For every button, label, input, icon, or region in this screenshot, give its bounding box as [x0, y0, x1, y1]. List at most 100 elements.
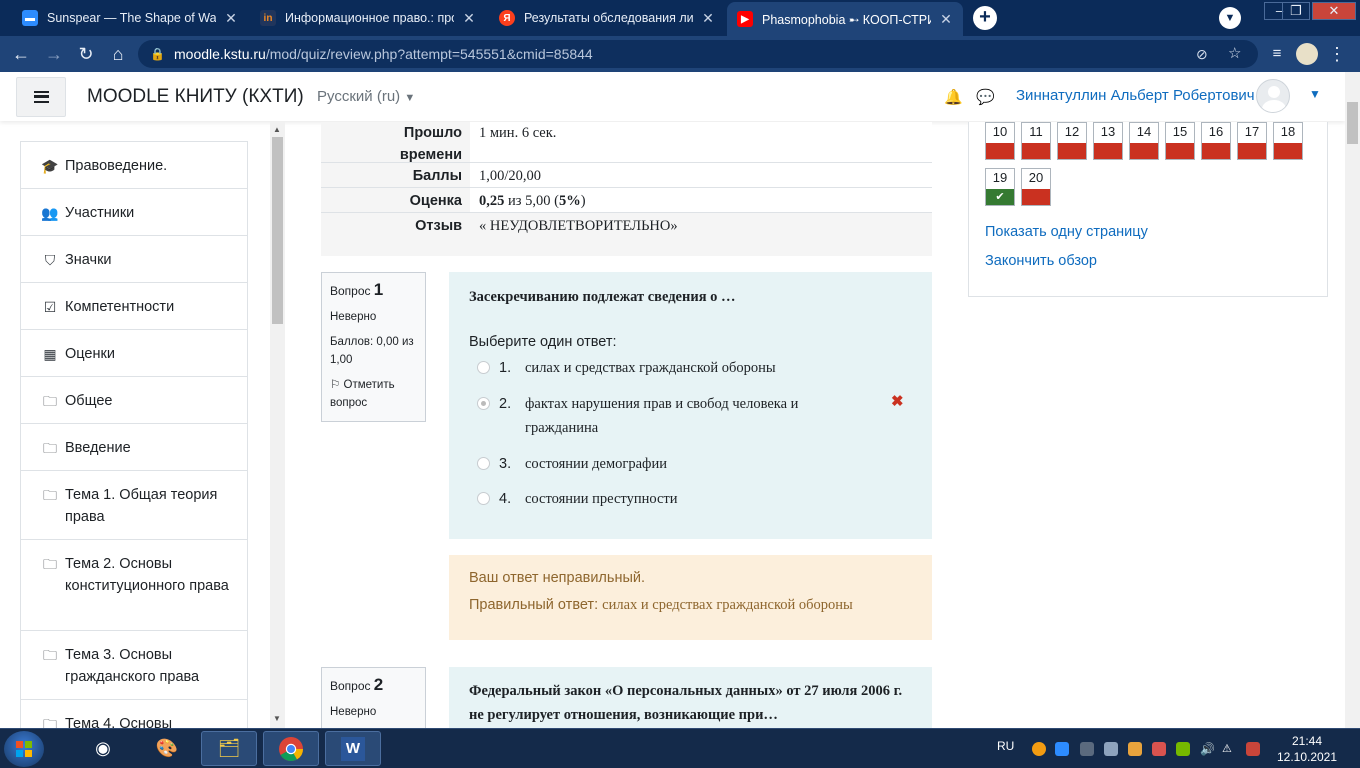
- profile-avatar-icon[interactable]: [1296, 43, 1318, 65]
- window-close-icon[interactable]: ✕: [1312, 2, 1356, 20]
- finish-review-link[interactable]: Закончить обзор: [985, 253, 1097, 269]
- nav-item-competencies[interactable]: ☑ Компетентности: [20, 282, 248, 330]
- maximize-icon[interactable]: ❐: [1282, 2, 1310, 20]
- radio-button-selected[interactable]: [477, 397, 490, 410]
- quiz-nav-button[interactable]: 19 ✔: [985, 168, 1015, 206]
- tray-usb-icon[interactable]: [1104, 742, 1118, 756]
- radio-button[interactable]: [477, 361, 490, 374]
- nav-item-label: Тема 4. Основы: [65, 716, 173, 728]
- caret-down-icon[interactable]: ▼: [1309, 87, 1321, 101]
- nav-item-topic-3[interactable]: 🗀 Тема 3. Основы гражданского права: [20, 630, 248, 700]
- radio-button[interactable]: [477, 492, 490, 505]
- avatar[interactable]: [1256, 79, 1290, 113]
- browser-tab[interactable]: Я Результаты обследования лица, ✕: [489, 3, 725, 33]
- browser-tab[interactable]: ▬ Sunspear — The Shape of Wax ✕: [12, 3, 248, 33]
- quiz-nav-button[interactable]: 17: [1237, 122, 1267, 160]
- nav-item-participants[interactable]: 👥 Участники: [20, 188, 248, 236]
- browser-tab[interactable]: in Информационное право.: прос ✕: [250, 3, 486, 33]
- answer-option[interactable]: 1. силах и средствах гражданской обороны: [477, 356, 877, 380]
- drawer-toggle-button[interactable]: [16, 77, 66, 117]
- tray-security-icon[interactable]: [1152, 742, 1166, 756]
- chrome-icon[interactable]: [263, 731, 319, 766]
- back-icon[interactable]: ←: [9, 42, 33, 66]
- close-icon[interactable]: ✕: [939, 11, 953, 28]
- quiz-nav-button[interactable]: 12: [1057, 122, 1087, 160]
- start-button[interactable]: [4, 731, 44, 767]
- language-indicator[interactable]: RU: [997, 739, 1014, 753]
- grade-score: 0,25: [479, 193, 505, 209]
- quiz-nav-button[interactable]: 13: [1093, 122, 1123, 160]
- answer-option[interactable]: 3. состоянии демографии: [477, 452, 877, 476]
- tray-flag-icon[interactable]: [1246, 742, 1260, 756]
- tray-chat-icon[interactable]: [1055, 742, 1069, 756]
- answer-option-selected[interactable]: 2. фактах нарушения прав и свобод челове…: [477, 392, 877, 440]
- reload-icon[interactable]: ↻: [74, 42, 98, 66]
- url-field[interactable]: 🔒 moodle.kstu.ru/mod/quiz/review.php?att…: [138, 40, 1258, 68]
- tray-update-icon[interactable]: [1128, 742, 1142, 756]
- new-tab-button[interactable]: +: [973, 6, 997, 30]
- nav-item-intro[interactable]: 🗀 Введение: [20, 423, 248, 471]
- feedback-wrong-text: Ваш ответ неправильный.: [469, 570, 646, 586]
- steam-icon[interactable]: ◉: [75, 731, 131, 766]
- quiz-nav-button[interactable]: 11: [1021, 122, 1051, 160]
- tray-app-icon[interactable]: [1032, 742, 1046, 756]
- tray-network-icon[interactable]: [1080, 742, 1094, 756]
- site-name[interactable]: MOODLE КНИТУ (КХТИ): [87, 86, 304, 108]
- quiz-nav-button[interactable]: 20: [1021, 168, 1051, 206]
- nav-item-general[interactable]: 🗀 Общее: [20, 376, 248, 424]
- nav-item-badges[interactable]: ⛉ Значки: [20, 235, 248, 283]
- network-disconnected-icon[interactable]: ⚠: [1222, 742, 1236, 756]
- yandex-icon: Я: [499, 10, 515, 26]
- close-icon[interactable]: ✕: [224, 10, 238, 27]
- menu-dots-icon[interactable]: ⋮: [1325, 42, 1349, 66]
- volume-icon[interactable]: 🔊: [1200, 742, 1215, 756]
- chrome-logo: [279, 736, 303, 761]
- radio-button[interactable]: [477, 457, 490, 470]
- answer-option[interactable]: 4. состоянии преступности: [477, 487, 877, 511]
- incorrect-bar: [1274, 143, 1302, 159]
- chat-icon[interactable]: 💬: [976, 88, 995, 106]
- paint-icon[interactable]: 🎨: [139, 731, 195, 766]
- playlist-icon[interactable]: ≡: [1265, 42, 1289, 66]
- home-icon[interactable]: ⌂: [106, 42, 130, 66]
- summary-row-time: Прошло времени 1 мин. 6 сек.: [321, 122, 932, 163]
- nav-item-topic-1[interactable]: 🗀 Тема 1. Общая теория права: [20, 470, 248, 540]
- scrollbar-thumb[interactable]: [1347, 102, 1358, 144]
- explorer-icon[interactable]: 🗂: [201, 731, 257, 766]
- option-number: 1.: [499, 360, 512, 376]
- bell-icon[interactable]: 🔔: [944, 88, 963, 106]
- quiz-nav-button[interactable]: 16: [1201, 122, 1231, 160]
- browser-tab-active[interactable]: ▶ Phasmophobia ➸ КООП-СТРИМ ✕: [727, 2, 963, 36]
- quiz-nav-button[interactable]: 15: [1165, 122, 1195, 160]
- drawer-scrollbar[interactable]: ▲ ▼: [270, 122, 285, 728]
- users-icon: 👥: [41, 205, 59, 221]
- nav-item-grades[interactable]: ▦ Оценки: [20, 329, 248, 377]
- tab-search-icon[interactable]: ▼: [1219, 7, 1241, 29]
- language-menu[interactable]: Русский ‎(ru)‎ ▼: [317, 88, 415, 105]
- word-icon[interactable]: W: [325, 731, 381, 766]
- summary-row-points: Баллы 1,00/20,00: [321, 163, 932, 188]
- grade-close: ): [580, 193, 586, 209]
- quiz-nav-button[interactable]: 18: [1273, 122, 1303, 160]
- quiz-nav-button[interactable]: 14: [1129, 122, 1159, 160]
- page-scrollbar[interactable]: [1345, 72, 1360, 728]
- nav-item-topic-4[interactable]: 🗀 Тема 4. Основы: [20, 699, 248, 728]
- quiz-nav-button[interactable]: 10: [985, 122, 1015, 160]
- forward-icon[interactable]: →: [42, 42, 66, 66]
- nav-item-topic-2[interactable]: 🗀 Тема 2. Основы конституционного права: [20, 539, 248, 631]
- flag-question-link[interactable]: ⚐ Отметить вопрос: [330, 376, 417, 412]
- scroll-down-icon[interactable]: ▼: [273, 714, 281, 723]
- close-icon[interactable]: ✕: [462, 10, 476, 27]
- user-name[interactable]: Зиннатуллин Альберт Робертович: [1016, 87, 1255, 104]
- nav-item-course[interactable]: 🎓 Правоведение.: [20, 141, 248, 189]
- show-one-page-link[interactable]: Показать одну страницу: [985, 224, 1148, 240]
- eye-slash-icon[interactable]: ⊘: [1196, 40, 1208, 68]
- scrollbar-thumb[interactable]: [272, 137, 283, 324]
- close-icon[interactable]: ✕: [701, 10, 715, 27]
- clock[interactable]: 21:44 12.10.2021: [1270, 733, 1344, 765]
- scroll-up-icon[interactable]: ▲: [273, 125, 281, 134]
- nav-item-label: Значки: [65, 252, 112, 268]
- question-points: Баллов: 0,00 из 1,00: [330, 336, 414, 366]
- nvidia-icon[interactable]: [1176, 742, 1190, 756]
- star-icon[interactable]: ☆: [1228, 40, 1241, 68]
